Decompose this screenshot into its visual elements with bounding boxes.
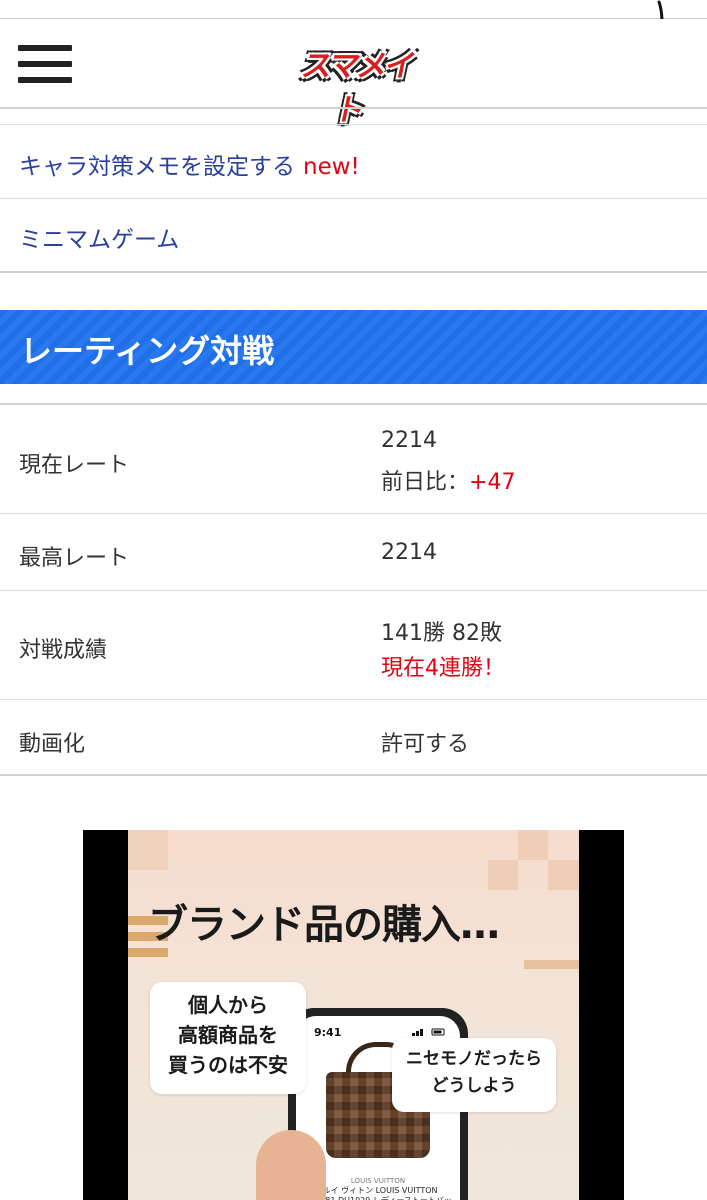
phone-time: 9:41: [314, 1026, 342, 1039]
menu-bottom-divider: [0, 271, 707, 273]
bubble-left-line: 買うのは不安: [168, 1053, 288, 1077]
minimum-game-label: ミニマムゲーム: [19, 227, 180, 253]
highest-rate-value: 2214: [381, 540, 437, 565]
speech-bubble-right: ニセモノだったら どうしよう: [392, 1038, 556, 1112]
product-description: 中古 ルイ ヴィトン LOUIS VUITTON N51181 DU1029 レ…: [304, 1186, 452, 1200]
advertisement[interactable]: ブランド品の購入… 9:41 LOUIS VUITTON 中古 ルイ ヴィトン: [83, 830, 624, 1200]
current-rate-label: 現在レート: [19, 453, 130, 478]
signal-battery-icon: [412, 1028, 445, 1036]
rate-change-value: +47: [469, 470, 516, 495]
video-permission-label: 動画化: [19, 732, 86, 757]
decor-stripe: [524, 960, 579, 969]
site-logo[interactable]: スマメイト: [296, 35, 418, 128]
site-header: スマメイト: [0, 19, 707, 128]
rate-change: 前日比：+47: [381, 464, 515, 496]
stats-bottom-divider: [0, 774, 707, 776]
current-rate-value: 2214: [381, 428, 437, 453]
header-divider: [0, 107, 707, 109]
product-caption: LOUIS VUITTON 中古 ルイ ヴィトン LOUIS VUITTON N…: [304, 1176, 452, 1200]
battle-record-value: 141勝 82敗: [381, 621, 502, 646]
new-badge: new!: [303, 154, 360, 180]
table-row-divider: [0, 699, 707, 700]
decor-square: [518, 830, 548, 860]
logo-text: スマメイト: [298, 49, 418, 128]
hamburger-menu-icon[interactable]: [18, 45, 72, 83]
decor-square: [128, 830, 168, 870]
product-brand: LOUIS VUITTON: [350, 1177, 406, 1185]
speech-bubble-left: 個人から 高額商品を 買うのは不安: [150, 982, 306, 1094]
stats-top-divider: [0, 403, 707, 405]
rating-battle-banner: レーティング対戦: [0, 310, 707, 384]
bubble-right-line: ニセモノだったら: [406, 1049, 542, 1069]
win-streak: 現在4連勝！: [381, 656, 505, 681]
decor-square: [548, 860, 579, 890]
rate-change-label: 前日比：: [381, 470, 470, 495]
bubble-left-line: 個人から: [188, 993, 268, 1017]
section-title: レーティング対戦: [20, 332, 275, 370]
bubble-left-line: 高額商品を: [178, 1023, 278, 1047]
hand-illustration: [256, 1130, 326, 1200]
minimum-game-link[interactable]: ミニマムゲーム: [19, 220, 179, 254]
bubble-right-line: どうしよう: [431, 1076, 517, 1096]
highest-rate-label: 最高レート: [19, 546, 130, 571]
video-permission-value: 許可する: [381, 732, 470, 757]
character-memo-label: キャラ対策メモを設定する: [19, 154, 295, 180]
decor-square: [488, 860, 518, 890]
ad-headline: ブランド品の購入…: [148, 902, 500, 948]
menu-divider: [0, 124, 707, 125]
character-memo-link[interactable]: キャラ対策メモを設定する new!: [19, 147, 360, 181]
table-row-divider: [0, 590, 707, 591]
battle-record-label: 対戦成績: [19, 638, 108, 663]
menu-divider: [0, 198, 707, 199]
ad-creative[interactable]: ブランド品の購入… 9:41 LOUIS VUITTON 中古 ルイ ヴィトン: [128, 830, 579, 1200]
table-row-divider: [0, 513, 707, 514]
